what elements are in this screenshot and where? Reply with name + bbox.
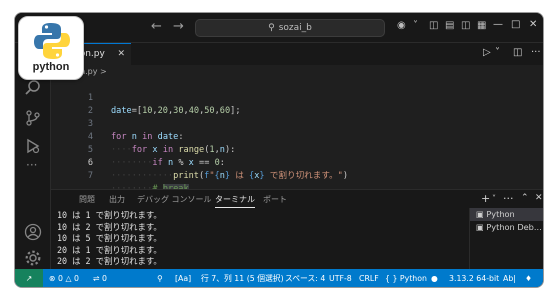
terminal-line: 10 は 2 で割り切れます。 [57, 221, 162, 232]
language-mode[interactable]: { } Python [385, 269, 427, 287]
python-logo: python [18, 16, 84, 80]
tab-terminal[interactable]: ターミナル [215, 194, 255, 208]
terminal-dropdown-icon[interactable]: ˅ [492, 194, 496, 203]
forward-arrow-icon[interactable]: → [173, 19, 184, 34]
code-editor[interactable]: 1 date=[10,20,30,40,50,60]; 2 3 for n in… [51, 79, 543, 194]
terminal-line: 20 は 2 で割り切れます。 [57, 256, 162, 266]
close-panel-icon[interactable]: ✕ [535, 193, 543, 203]
account-icon[interactable] [24, 223, 42, 241]
copilot-dropdown-icon[interactable]: ˅ [413, 20, 418, 31]
toggle-primary-sidebar-icon[interactable]: ◫ [429, 20, 438, 31]
terminal-icon: ▣ [476, 209, 484, 219]
terminal-line: 20 は 1 で割り切れます。 [57, 244, 162, 255]
close-tab-icon[interactable]: ✕ [117, 44, 125, 65]
code-line: 6 ············print(f"{n} は {x} で割り切れます。… [87, 158, 349, 181]
terminal-output[interactable]: 10 は 1 で割り切れます。 10 は 2 で割り切れます。 10 は 5 で… [57, 210, 162, 268]
terminal-line: 10 は 5 で割り切れます。 [57, 233, 162, 243]
case-indicator[interactable]: [Aa] [175, 269, 191, 287]
encoding[interactable]: UTF-8 [329, 269, 352, 287]
code-line: 4 ····for x in range(1,n): [87, 132, 236, 155]
status-bar: ↗ ⊗ 0 △ 0 ⇌ 0 ⚲ [Aa] 行 7、列 11 (5 個選択) スペ… [15, 269, 543, 287]
vscode-window: ← → ⚲ sozai_b ◉ ˅ ◫ ▤ ◫ ▦ — □ ✕ ··· son.… [14, 12, 544, 288]
notifications-bell-icon[interactable]: ♦ [525, 269, 532, 287]
code-line: 1 date=[10,20,30,40,50,60]; [87, 93, 241, 116]
minimize-icon[interactable]: — [493, 19, 503, 30]
search-view-icon[interactable] [24, 79, 42, 97]
python-logo-label: python [32, 61, 70, 73]
braces-icon: { } [385, 274, 398, 283]
back-arrow-icon[interactable]: ← [151, 19, 162, 34]
editor-tab-bar: son.py ✕ ▷ ˅ ◫ ··· [51, 43, 543, 65]
tab-problems[interactable]: 問題 [79, 194, 95, 205]
close-window-icon[interactable]: ✕ [529, 19, 537, 30]
terminal-item-python-debug[interactable]: ▣ Python Deb... [470, 221, 543, 234]
new-terminal-icon[interactable]: + [481, 192, 490, 205]
more-views-icon[interactable]: ··· [26, 158, 37, 172]
copilot-icon[interactable]: ◉ [397, 20, 406, 31]
ime-status[interactable]: Ab| [503, 269, 516, 287]
maximize-panel-icon[interactable]: ⌃ [521, 193, 529, 203]
remote-indicator-icon[interactable]: ↗ [15, 269, 43, 287]
terminal-list: ▣ Python ▣ Python Deb... [469, 208, 543, 270]
warning-icon: △ [65, 274, 72, 283]
search-icon: ⚲ [268, 23, 275, 33]
ports-icon: ⇌ [93, 274, 100, 283]
customize-layout-icon[interactable]: ▦ [477, 20, 486, 31]
ports-status[interactable]: ⇌ 0 [93, 269, 107, 287]
settings-gear-icon[interactable] [24, 249, 42, 267]
code-line: 5 ········if n % x == 0: [87, 145, 225, 168]
problems-status[interactable]: ⊗ 0 △ 0 [49, 269, 79, 287]
bottom-panel: 問題 出力 デバッグ コンソール ターミナル ポート + ˅ ··· ⌃ ✕ 1… [51, 189, 543, 270]
indentation[interactable]: スペース: 4 [285, 269, 325, 287]
code-line: 7 ········# break [51, 157, 189, 194]
run-python-file-icon[interactable]: ▷ [483, 47, 491, 58]
error-icon: ⊗ [49, 274, 56, 283]
run-debug-icon[interactable] [24, 137, 42, 155]
code-line: 2 [87, 106, 93, 116]
terminal-line: 10 は 1 で割り切れます。 [57, 210, 162, 220]
title-bar: ← → ⚲ sozai_b ◉ ˅ ◫ ▤ ◫ ▦ — □ ✕ [15, 13, 543, 43]
python-interpreter[interactable]: 3.13.2 64-bit [449, 269, 499, 287]
toggle-secondary-sidebar-icon[interactable]: ◫ [461, 20, 470, 31]
editor-more-actions-icon[interactable]: ··· [531, 47, 541, 58]
terminal-item-python[interactable]: ▣ Python [470, 208, 543, 221]
tab-ports[interactable]: ポート [263, 194, 287, 205]
toggle-panel-icon[interactable]: ▤ [445, 20, 454, 31]
python-icon: ● [431, 274, 438, 283]
end-of-line[interactable]: CRLF [359, 269, 379, 287]
tab-output[interactable]: 出力 [109, 194, 125, 205]
zoom-icon[interactable]: ⚲ [157, 269, 163, 287]
terminal-icon: ▣ [476, 222, 484, 232]
code-line: 3 for n in date: [87, 119, 184, 142]
source-control-icon[interactable] [24, 109, 42, 127]
run-dropdown-icon[interactable]: ˅ [495, 47, 500, 58]
python-logo-icon [34, 23, 70, 59]
tab-debug-console[interactable]: デバッグ コンソール [137, 194, 212, 205]
cursor-position[interactable]: 行 7、列 11 (5 個選択) [201, 269, 284, 287]
command-center-search[interactable]: ⚲ sozai_b [195, 19, 385, 37]
maximize-icon[interactable]: □ [511, 19, 520, 30]
panel-more-actions-icon[interactable]: ··· [503, 192, 514, 205]
split-editor-icon[interactable]: ◫ [513, 47, 522, 58]
